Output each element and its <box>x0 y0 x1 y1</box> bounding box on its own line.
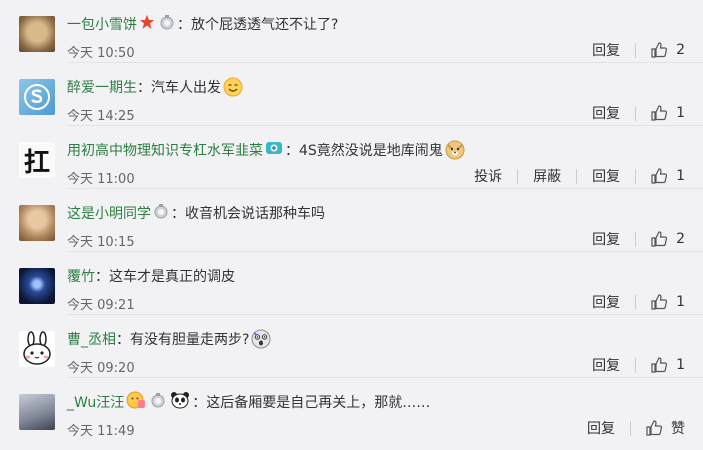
like-button[interactable]: 1 <box>636 167 685 185</box>
comment-item: 曹_丞相 ： 有没有胆量走两步? 今天 09:20 回复 1 <box>0 315 703 378</box>
reply-button[interactable]: 回复 <box>592 292 635 312</box>
thumbs-up-icon <box>651 357 668 373</box>
report-button[interactable]: 投诉 <box>474 166 517 186</box>
avatar[interactable] <box>19 331 55 367</box>
timestamp: 今天 11:49 <box>67 424 135 439</box>
comment-item: 醉爱一期生 ： 汽车人出发 今天 14:25 回复 1 <box>0 63 703 126</box>
medal-badge-icon[interactable] <box>159 14 175 34</box>
thumbs-up-icon <box>651 42 668 58</box>
doge-emoji-icon <box>445 140 465 160</box>
timestamp: 今天 14:25 <box>67 109 135 124</box>
like-button[interactable]: 赞 <box>631 418 685 438</box>
comment-colon: ： <box>137 80 151 96</box>
like-count: 2 <box>676 42 685 58</box>
like-button[interactable]: 2 <box>636 41 685 59</box>
pray-emoji-icon[interactable] <box>126 391 146 413</box>
comment-text: 有没有胆量走两步? <box>130 332 250 348</box>
like-count: 1 <box>676 168 685 184</box>
avatar[interactable] <box>19 16 55 52</box>
reply-button[interactable]: 回复 <box>592 103 635 123</box>
like-count: 1 <box>676 294 685 310</box>
comment-text: 汽车人出发 <box>151 80 221 96</box>
smile-emoji-icon <box>223 77 243 97</box>
comment-item: 这是小明同学 ： 收音机会说话那种车吗 今天 10:15 回复 2 <box>0 189 703 252</box>
timestamp: 今天 09:21 <box>67 298 135 313</box>
username[interactable]: 一包小雪饼 <box>67 14 137 34</box>
comment-item: _Wu汪汪 ： 这后备厢要是自己再关上，那就…… 今天 11:49 回复 赞 <box>0 378 703 441</box>
comment-colon: ： <box>192 395 207 411</box>
comment-text: 这后备厢要是自己再关上，那就…… <box>206 395 431 411</box>
username[interactable]: _Wu汪汪 <box>67 392 124 412</box>
thumbs-up-icon <box>651 294 668 310</box>
comment-colon: ： <box>116 332 130 348</box>
comment-colon: ： <box>285 143 299 159</box>
reply-button[interactable]: 回复 <box>592 355 635 375</box>
block-button[interactable]: 屏蔽 <box>518 166 576 186</box>
timestamp: 今天 11:00 <box>67 172 135 187</box>
avatar[interactable] <box>19 394 55 430</box>
like-button[interactable]: 1 <box>636 356 685 374</box>
panda-emoji-icon[interactable] <box>170 391 190 413</box>
username[interactable]: 醉爱一期生 <box>67 77 137 97</box>
like-button[interactable]: 1 <box>636 293 685 311</box>
avatar[interactable]: 扛 <box>19 142 55 178</box>
thumbs-up-icon <box>646 420 663 436</box>
avatar[interactable] <box>19 268 55 304</box>
username[interactable]: 用初高中物理知识专杠水军韭菜 <box>67 140 263 160</box>
timestamp: 今天 09:20 <box>67 361 135 376</box>
avatar-calligraphy: 扛 <box>23 147 50 178</box>
comment-item: 覆竹 ： 这车才是真正的调皮 今天 09:21 回复 1 <box>0 252 703 315</box>
thumbs-up-icon <box>651 168 668 184</box>
avatar[interactable] <box>19 205 55 241</box>
scared-emoji-icon <box>251 329 271 349</box>
comment-text: 4S竟然没说是地库闹鬼 <box>299 143 443 159</box>
comment-text: 收音机会说话那种车吗 <box>185 206 325 222</box>
star-badge-icon[interactable] <box>139 14 155 34</box>
username[interactable]: 曹_丞相 <box>67 329 116 349</box>
comment-text: 放个屁透透气还不让了? <box>191 17 339 33</box>
reply-button[interactable]: 回复 <box>592 40 635 60</box>
like-count: 2 <box>676 231 685 247</box>
like-count: 1 <box>676 357 685 373</box>
comment-colon: ： <box>95 269 109 285</box>
comment-item: 扛 用初高中物理知识专杠水军韭菜 ： 4S竟然没说是地库闹鬼 今天 11:00 … <box>0 126 703 189</box>
comment-colon: ： <box>177 17 191 33</box>
timestamp: 今天 10:50 <box>67 46 135 61</box>
medal-badge-icon[interactable] <box>153 203 169 223</box>
comment-text: 这车才是真正的调皮 <box>109 269 235 285</box>
comment-list: 一包小雪饼 ： 放个屁透透气还不让了? 今天 10:50 回复 2 醉爱一期生 … <box>0 0 703 450</box>
avatar[interactable] <box>19 79 55 115</box>
thumbs-up-icon <box>651 105 668 121</box>
comment-colon: ： <box>171 206 185 222</box>
username[interactable]: 覆竹 <box>67 266 95 286</box>
like-count: 1 <box>676 105 685 121</box>
comment-item: 一包小雪饼 ： 放个屁透透气还不让了? 今天 10:50 回复 2 <box>0 0 703 63</box>
reply-button[interactable]: 回复 <box>592 229 635 249</box>
like-label: 赞 <box>671 421 685 437</box>
reply-button[interactable]: 回复 <box>587 418 630 438</box>
thumbs-up-icon <box>651 231 668 247</box>
camera-badge-icon[interactable] <box>265 140 283 160</box>
like-button[interactable]: 1 <box>636 104 685 122</box>
username[interactable]: 这是小明同学 <box>67 203 151 223</box>
timestamp: 今天 10:15 <box>67 235 135 250</box>
like-button[interactable]: 2 <box>636 230 685 248</box>
medal-badge-icon[interactable] <box>150 392 166 412</box>
reply-button[interactable]: 回复 <box>577 166 635 186</box>
